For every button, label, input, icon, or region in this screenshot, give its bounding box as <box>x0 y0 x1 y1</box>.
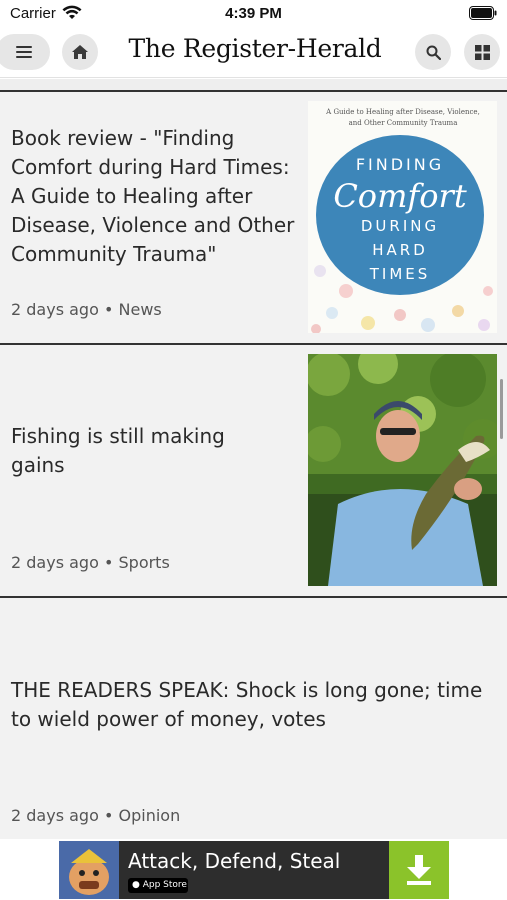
app-header: The Register-Herald <box>0 28 507 78</box>
home-icon <box>72 45 88 59</box>
apple-icon: ● <box>132 880 140 890</box>
grid-icon <box>474 44 490 60</box>
fishing-photo-art <box>308 354 497 586</box>
book-title-line: HARD <box>372 241 428 259</box>
article-headline[interactable]: Fishing is still making gains <box>11 422 251 480</box>
search-button[interactable] <box>415 34 451 70</box>
book-title-line: FINDING <box>355 155 445 174</box>
game-app-icon <box>59 841 119 899</box>
meta-separator: • <box>103 300 119 319</box>
masthead-title: The Register-Herald <box>128 34 382 63</box>
article-headline[interactable]: THE READERS SPEAK: Shock is long gone; t… <box>11 676 491 734</box>
fishing-photo[interactable] <box>308 354 497 586</box>
article-card[interactable]: Book review - "Finding Comfort during Ha… <box>0 90 507 343</box>
meta-separator: • <box>103 806 119 825</box>
article-time: 2 days ago <box>11 553 99 572</box>
scrollbar[interactable] <box>500 379 503 439</box>
article-meta: 2 days ago • Sports <box>11 553 170 572</box>
book-title-line: TIMES <box>369 265 431 283</box>
sections-grid-button[interactable] <box>464 34 500 70</box>
meta-separator: • <box>103 553 119 572</box>
download-icon <box>407 855 431 885</box>
article-meta: 2 days ago • Opinion <box>11 806 180 825</box>
book-title-line: DURING <box>360 217 440 235</box>
ad-title: Attack, Defend, Steal <box>128 849 341 873</box>
article-meta: 2 days ago • News <box>11 300 162 319</box>
download-button[interactable] <box>389 841 449 899</box>
article-time: 2 days ago <box>11 806 99 825</box>
article-section[interactable]: News <box>119 300 162 319</box>
article-section[interactable]: Sports <box>119 553 170 572</box>
ad-banner[interactable]: Attack, Defend, Steal ● App Store <box>0 839 507 900</box>
home-button[interactable] <box>62 34 98 70</box>
app-store-badge: ● App Store <box>128 878 188 893</box>
search-icon <box>426 45 441 60</box>
article-card[interactable]: Fishing is still making gains 2 days ago… <box>0 343 507 596</box>
menu-icon <box>16 46 32 58</box>
book-kicker: A Guide to Healing after Disease, Violen… <box>326 108 480 127</box>
battery-icon <box>469 6 497 20</box>
article-section[interactable]: Opinion <box>119 806 181 825</box>
app-store-label: App Store <box>142 880 187 890</box>
status-bar: Carrier 4:39 PM <box>0 0 507 28</box>
status-time: 4:39 PM <box>225 5 282 22</box>
article-feed[interactable]: Book review - "Finding Comfort during Ha… <box>0 79 507 839</box>
ad-content[interactable]: Attack, Defend, Steal ● App Store <box>59 841 449 899</box>
article-headline[interactable]: Book review - "Finding Comfort during Ha… <box>11 124 296 269</box>
article-card[interactable]: THE READERS SPEAK: Shock is long gone; t… <box>0 596 507 839</box>
menu-button[interactable] <box>0 34 50 70</box>
article-time: 2 days ago <box>11 300 99 319</box>
book-title-script: Comfort <box>333 177 467 215</box>
book-cover-image[interactable]: A Guide to Healing after Disease, Violen… <box>308 101 497 333</box>
